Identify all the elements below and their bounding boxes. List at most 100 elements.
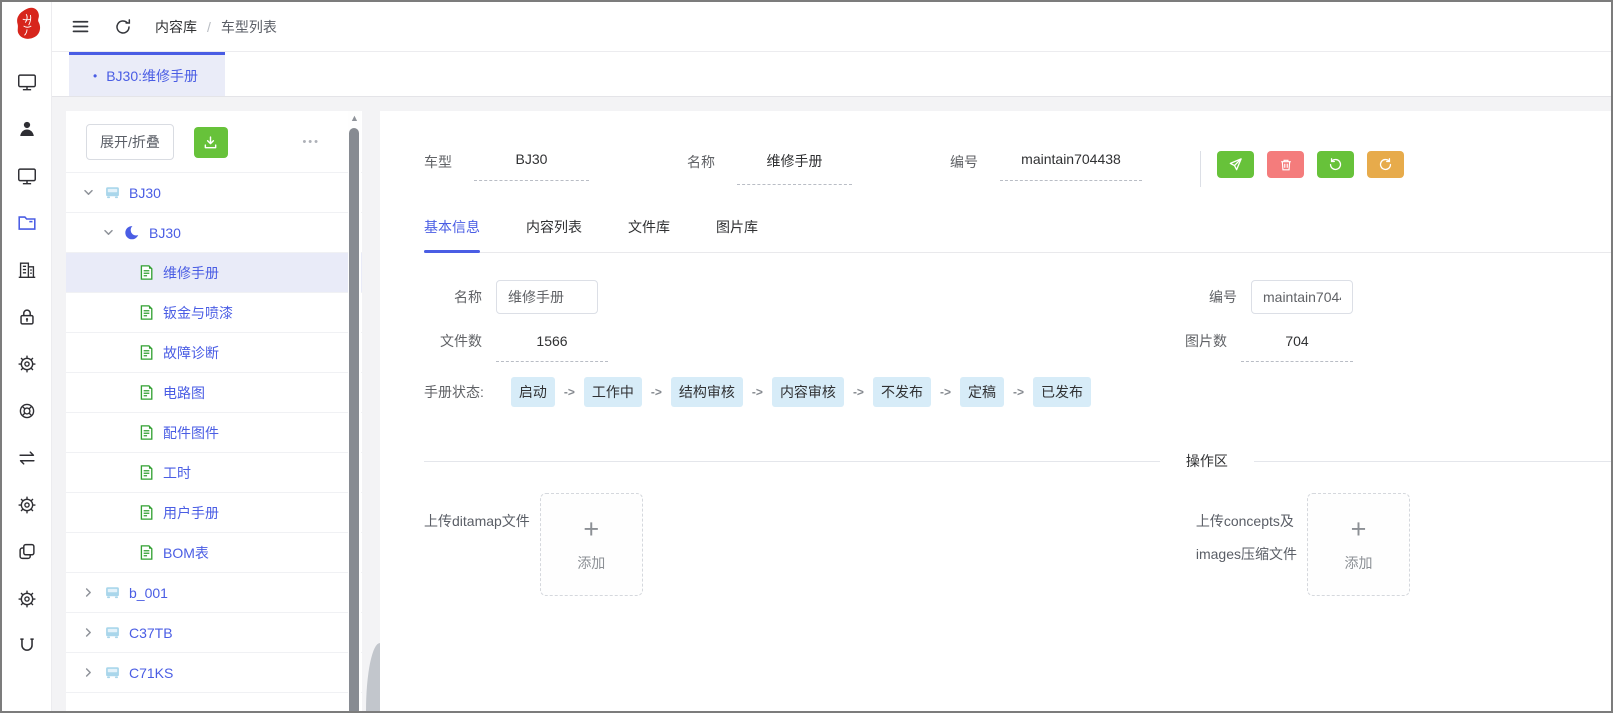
upload-group: 上传concepts及 images压缩文件 + 添加	[1196, 493, 1410, 596]
summary-label: 编号	[950, 154, 978, 170]
tree-scrollbar[interactable]: ▲	[348, 111, 361, 711]
magnet-icon[interactable]	[16, 622, 38, 669]
tree-toolbar: 展开/折叠 •••	[66, 111, 362, 172]
app-window: 内容库 / 车型列表 • BJ30:维修手册 展开/折叠 ••• BJ30 BJ…	[0, 0, 1613, 713]
gear-icon[interactable]	[16, 481, 38, 528]
summary-field: 车型 BJ30	[424, 151, 589, 181]
form-row-counts: 文件数 1566 图片数 704	[424, 331, 1353, 362]
upload-dropzone[interactable]: + 添加	[1307, 493, 1410, 596]
chevron-right-icon[interactable]	[82, 666, 96, 680]
tree-item[interactable]: 故障诊断	[66, 333, 362, 373]
tree-item[interactable]: 工时	[66, 453, 362, 493]
refresh-icon[interactable]	[113, 17, 133, 37]
detail-tab[interactable]: 图片库	[716, 217, 758, 252]
summary-field: 名称 维修手册	[687, 151, 852, 185]
main-column: 内容库 / 车型列表 • BJ30:维修手册 展开/折叠 ••• BJ30 BJ…	[52, 2, 1611, 711]
moon-icon	[124, 224, 142, 242]
chevron-right-icon[interactable]	[82, 626, 96, 640]
detail-tab[interactable]: 内容列表	[526, 217, 582, 252]
tree-item[interactable]: BJ30	[66, 173, 362, 213]
tree-item[interactable]: 配件图件	[66, 413, 362, 453]
name-label: 名称	[454, 289, 482, 305]
code-input[interactable]	[1251, 280, 1353, 314]
scrollbar-thumb[interactable]	[349, 128, 359, 711]
left-icon-rail	[2, 2, 52, 711]
detail-tab[interactable]: 基本信息	[424, 217, 480, 253]
delete-button[interactable]	[1267, 151, 1304, 178]
folder-icon[interactable]	[16, 199, 38, 246]
gear-icon[interactable]	[16, 340, 38, 387]
operation-area-label: 操作区	[1185, 453, 1228, 469]
summary-fields: 车型 BJ30 名称 维修手册 编号 maintain704438	[424, 151, 1142, 185]
status-step-badge: 已发布	[1032, 377, 1091, 407]
breadcrumb-item-content-library[interactable]: 内容库	[155, 17, 197, 37]
manual-status-label: 手册状态:	[424, 384, 484, 400]
redo-button[interactable]	[1367, 151, 1404, 178]
expand-collapse-button[interactable]: 展开/折叠	[86, 124, 174, 160]
tree-item-label: 配件图件	[163, 424, 219, 441]
tree-item[interactable]: C71KS	[66, 653, 362, 693]
tree-item[interactable]: 维修手册	[66, 253, 362, 293]
undo-button[interactable]	[1317, 151, 1354, 178]
screen-icon[interactable]	[16, 152, 38, 199]
status-arrow: ->	[852, 385, 864, 399]
doc-icon	[138, 304, 156, 322]
status-arrow: ->	[939, 385, 951, 399]
collapse-menu-icon[interactable]	[70, 16, 91, 37]
open-tab-label: BJ30:维修手册	[106, 67, 199, 84]
tree-item-label: 故障诊断	[163, 344, 219, 361]
swap-icon[interactable]	[16, 434, 38, 481]
upload-label: 上传ditamap文件	[424, 513, 530, 529]
tree-item[interactable]: b_001	[66, 573, 362, 613]
detail-tab[interactable]: 文件库	[628, 217, 670, 252]
lock-icon[interactable]	[16, 293, 38, 340]
doc-icon	[138, 384, 156, 402]
building-icon[interactable]	[16, 246, 38, 293]
doc-icon	[138, 504, 156, 522]
status-step-badge: 定稿	[959, 377, 1004, 407]
breadcrumb-item-model-list[interactable]: 车型列表	[221, 17, 277, 37]
form-row-name-code: 名称 编号	[424, 280, 1353, 314]
tree-item[interactable]: 用户手册	[66, 493, 362, 533]
tree-item-label: 用户手册	[163, 504, 219, 521]
tab-dot-icon: •	[93, 68, 98, 83]
open-tabs-bar: • BJ30:维修手册	[52, 52, 1611, 97]
lifebuoy-icon[interactable]	[16, 387, 38, 434]
doc-icon	[138, 544, 156, 562]
user-icon[interactable]	[16, 105, 38, 152]
download-button[interactable]	[193, 126, 228, 158]
copy-icon[interactable]	[16, 528, 38, 575]
chevron-right-icon[interactable]	[82, 586, 96, 600]
tree-item-label: BJ30	[129, 184, 161, 201]
publish-button[interactable]	[1217, 151, 1254, 178]
more-options-button[interactable]: •••	[302, 136, 320, 148]
doc-icon	[138, 464, 156, 482]
breadcrumb-separator: /	[207, 18, 211, 35]
tree-item-label: 钣金与喷漆	[163, 304, 233, 321]
tree-item[interactable]: BOM表	[66, 533, 362, 573]
file-count-value: 1566	[496, 333, 608, 362]
status-arrow: ->	[650, 385, 662, 399]
name-input[interactable]	[496, 280, 598, 314]
chevron-down-icon[interactable]	[102, 226, 116, 240]
gear-icon[interactable]	[16, 575, 38, 622]
tree-item[interactable]: 电路图	[66, 373, 362, 413]
plus-icon: +	[1350, 514, 1367, 544]
status-arrow: ->	[563, 385, 575, 399]
upload-group: 上传ditamap文件 + 添加	[424, 493, 643, 596]
tree-item[interactable]: C37TB	[66, 613, 362, 653]
tree-item-label: BJ30	[149, 224, 181, 241]
vehicle-icon	[104, 624, 122, 642]
monitor-icon[interactable]	[16, 58, 38, 105]
rail-icon-list	[16, 58, 38, 669]
upload-row: 上传ditamap文件 + 添加 上传concepts及 images压缩文件 +…	[424, 493, 1611, 596]
upload-dropzone[interactable]: + 添加	[539, 493, 643, 596]
download-icon	[203, 135, 218, 150]
chevron-down-icon[interactable]	[82, 186, 96, 200]
tree-item[interactable]: BJ30	[66, 213, 362, 253]
open-tab-bj30-manual[interactable]: • BJ30:维修手册	[69, 52, 226, 96]
tree-item[interactable]: 钣金与喷漆	[66, 293, 362, 333]
red-seal-logo[interactable]	[10, 7, 44, 48]
tree-item-label: b_001	[129, 584, 168, 601]
scroll-up-arrow-icon[interactable]: ▲	[350, 113, 359, 123]
